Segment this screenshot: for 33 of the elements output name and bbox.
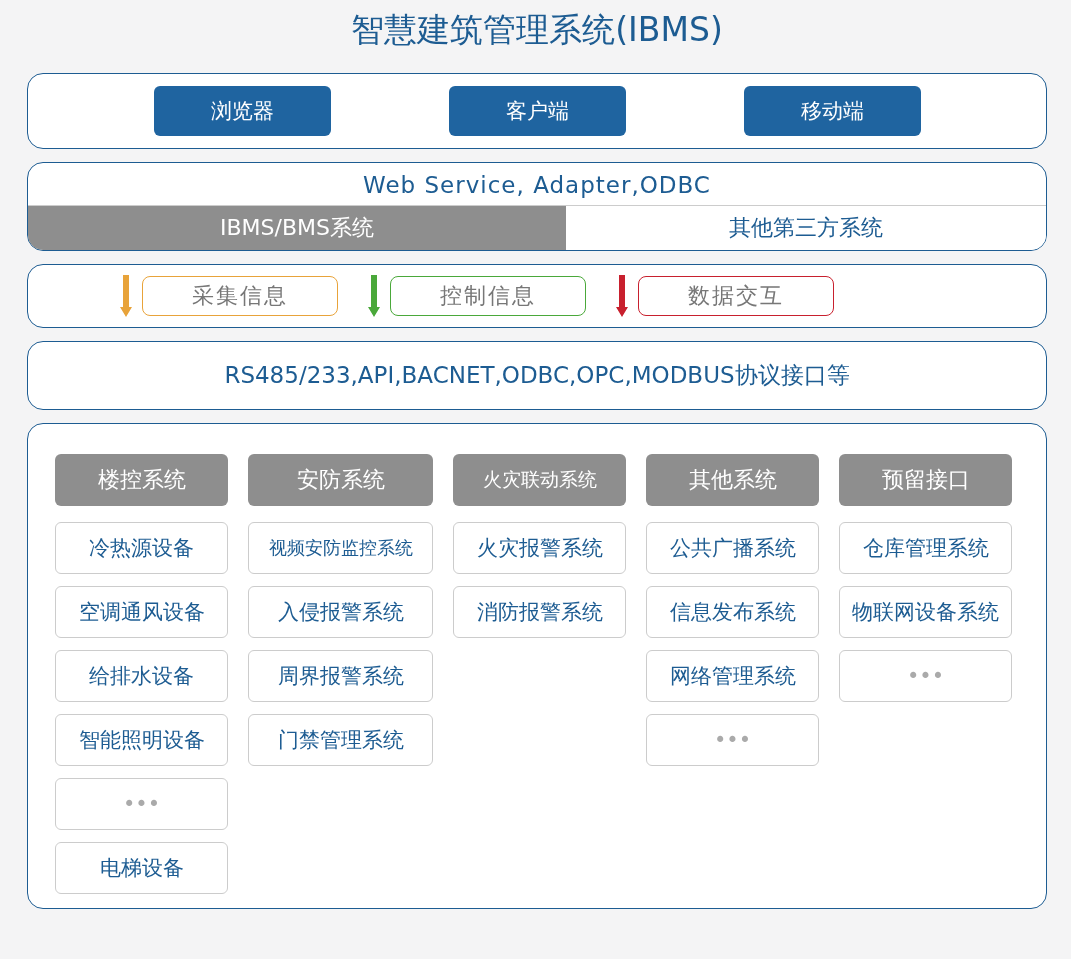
- subsystem-item: 公共广播系统: [646, 522, 819, 574]
- more-item: •••: [839, 650, 1012, 702]
- subsystem-item: 视频安防监控系统: [248, 522, 433, 574]
- subsystem-header: 预留接口: [839, 454, 1012, 506]
- subsystem-item: 智能照明设备: [55, 714, 228, 766]
- subsystem-item: 电梯设备: [55, 842, 228, 894]
- flow-label: 控制信息: [390, 276, 586, 316]
- subsystem-item: 网络管理系统: [646, 650, 819, 702]
- subsystem-item: 门禁管理系统: [248, 714, 433, 766]
- subsystem-item: 给排水设备: [55, 650, 228, 702]
- subsystem-item: 仓库管理系统: [839, 522, 1012, 574]
- more-item: •••: [55, 778, 228, 830]
- middleware-heading: Web Service, Adapter,ODBC: [362, 171, 712, 200]
- client-button[interactable]: 浏览器: [153, 86, 331, 136]
- subsystem-item: 火灾报警系统: [453, 522, 626, 574]
- subsystem-item: 信息发布系统: [646, 586, 819, 638]
- subsystem-header: 其他系统: [646, 454, 819, 506]
- client-button[interactable]: 移动端: [743, 86, 921, 136]
- subsystem-item: 物联网设备系统: [839, 586, 1012, 638]
- subsystem-header: 火灾联动系统: [453, 454, 626, 506]
- subsystem-header: 楼控系统: [55, 454, 228, 506]
- subsystem-item: 周界报警系统: [248, 650, 433, 702]
- diagram-title: 智慧建筑管理系统(IBMS): [350, 9, 724, 51]
- subsystem-header: 安防系统: [248, 454, 433, 506]
- subsystem-item: 消防报警系统: [453, 586, 626, 638]
- flow-label: 数据交互: [638, 276, 834, 316]
- protocols-panel: RS485/233,API,BACNET,ODBC,OPC,MODBUS协议接口等: [27, 341, 1047, 410]
- subsystem-item: 空调通风设备: [55, 586, 228, 638]
- more-item: •••: [646, 714, 819, 766]
- subsystem-item: 冷热源设备: [55, 522, 228, 574]
- flow-label: 采集信息: [142, 276, 338, 316]
- subsystem-item: 入侵报警系统: [248, 586, 433, 638]
- client-button[interactable]: 客户端: [448, 86, 626, 136]
